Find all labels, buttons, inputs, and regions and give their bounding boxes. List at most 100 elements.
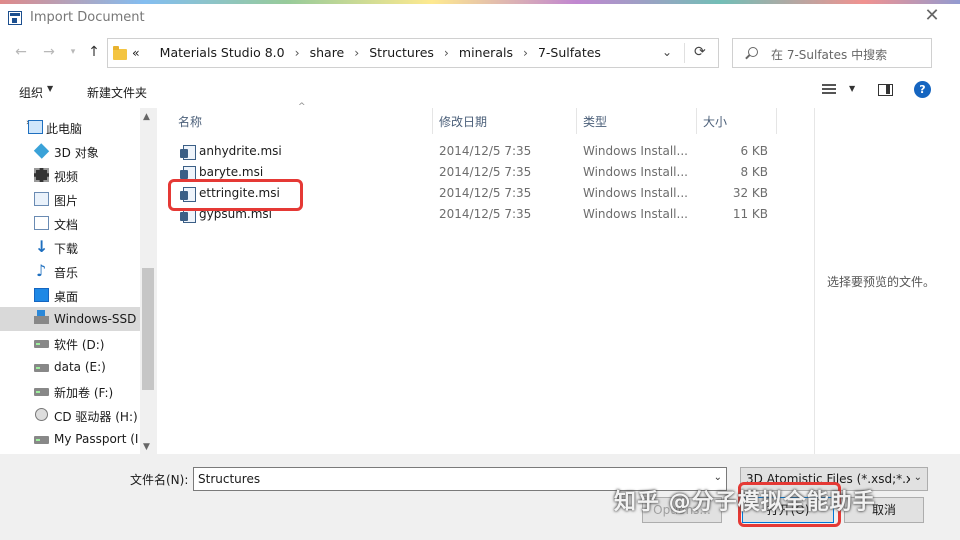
back-arrow-icon[interactable]: ← xyxy=(12,43,30,61)
file-name: baryte.msi xyxy=(199,165,264,179)
download-icon xyxy=(34,237,49,256)
breadcrumb-item[interactable]: Materials Studio 8.0 xyxy=(160,45,285,60)
annotation-highlight-file xyxy=(168,179,303,211)
window-title: Import Document xyxy=(30,10,145,25)
cube-icon xyxy=(33,143,50,159)
column-divider[interactable] xyxy=(776,108,777,134)
sidebar-item-documents[interactable]: 文档 xyxy=(0,211,140,235)
file-date: 2014/12/5 7:35 xyxy=(439,186,532,200)
breadcrumb-separator-icon[interactable]: › xyxy=(354,45,359,60)
navigation-scrollbar[interactable]: ▲ ▼ xyxy=(140,108,157,454)
search-input[interactable]: 在 7-Sulfates 中搜索 xyxy=(732,38,932,68)
up-arrow-icon[interactable]: ↑ xyxy=(85,43,103,61)
breadcrumb-item[interactable]: Structures xyxy=(369,45,434,60)
sidebar-item-drive-d[interactable]: 软件 (D:) xyxy=(0,331,140,355)
filename-label: 文件名(N): xyxy=(130,473,189,487)
sidebar-item-videos[interactable]: 视频 xyxy=(0,163,140,187)
sidebar-item-drive-f[interactable]: 新加卷 (F:) xyxy=(0,379,140,403)
desktop-icon xyxy=(34,288,49,302)
sidebar-item-downloads[interactable]: 下载 xyxy=(0,235,140,259)
drive-icon xyxy=(34,388,49,396)
breadcrumb-separator-icon[interactable]: › xyxy=(444,45,449,60)
breadcrumb-separator-icon[interactable]: › xyxy=(295,45,300,60)
folder-icon xyxy=(113,46,127,60)
sidebar-item-label: 视频 xyxy=(54,170,79,184)
file-date: 2014/12/5 7:35 xyxy=(439,165,532,179)
table-row[interactable]: anhydrite.msi 2014/12/5 7:35 Windows Ins… xyxy=(166,141,806,162)
column-divider[interactable] xyxy=(576,108,577,134)
sidebar-item-drive-h[interactable]: CD 驱动器 (H:) xyxy=(0,403,140,427)
help-icon[interactable]: ? xyxy=(914,81,931,98)
video-icon xyxy=(34,168,49,182)
file-type: Windows Install... xyxy=(583,165,688,179)
scroll-up-icon[interactable]: ▲ xyxy=(143,112,150,122)
file-type-dropdown-icon[interactable]: ⌄ xyxy=(914,472,922,483)
recent-chevron-icon[interactable]: ▾ xyxy=(64,43,82,61)
column-header-type[interactable]: 类型 xyxy=(583,113,607,130)
close-icon[interactable]: ✕ xyxy=(922,5,942,26)
sidebar-item-3d-objects[interactable]: 3D 对象 xyxy=(0,139,140,163)
forward-arrow-icon[interactable]: → xyxy=(40,43,58,61)
scroll-thumb[interactable] xyxy=(142,268,154,390)
breadcrumb-item[interactable]: 7-Sulfates xyxy=(538,45,601,60)
sidebar-item-this-pc[interactable]: 此电脑 xyxy=(0,115,140,139)
view-dropdown-icon[interactable]: ▼ xyxy=(849,84,855,93)
sidebar-item-desktop[interactable]: 桌面 xyxy=(0,283,140,307)
scroll-down-icon[interactable]: ▼ xyxy=(143,442,150,452)
drive-icon xyxy=(34,340,49,348)
computer-icon xyxy=(28,120,43,134)
view-options-icon[interactable] xyxy=(822,83,840,97)
refresh-icon[interactable]: ⟳ xyxy=(694,44,706,60)
sidebar-item-drive-i[interactable]: My Passport (I xyxy=(0,427,140,451)
divider xyxy=(684,43,685,63)
breadcrumb-overflow[interactable]: « xyxy=(132,45,140,60)
sidebar-item-label: 图片 xyxy=(54,194,79,208)
sidebar-item-label: 3D 对象 xyxy=(54,146,99,160)
column-divider[interactable] xyxy=(432,108,433,134)
sidebar-item-label: CD 驱动器 (H:) xyxy=(54,410,138,424)
sidebar-item-label: 此电脑 xyxy=(46,122,83,136)
column-header-size[interactable]: 大小 xyxy=(703,113,727,130)
breadcrumb-item[interactable]: share xyxy=(310,45,345,60)
address-bar[interactable]: « Materials Studio 8.0 › share › Structure… xyxy=(107,38,719,68)
file-name: anhydrite.msi xyxy=(199,144,282,158)
navigation-pane: › 此电脑 3D 对象 视频 图片 文档 下载 音乐 桌面 Windows-SS… xyxy=(0,108,158,454)
msi-file-icon xyxy=(180,143,197,160)
sidebar-item-label: 软件 (D:) xyxy=(54,338,105,352)
column-header-name[interactable]: 名称 xyxy=(178,113,202,130)
sort-caret-icon: ^ xyxy=(298,102,306,112)
cd-drive-icon xyxy=(35,408,48,421)
breadcrumb-item[interactable]: minerals xyxy=(459,45,513,60)
picture-icon xyxy=(34,192,49,206)
preview-pane-icon[interactable] xyxy=(878,84,893,96)
sidebar-item-label: 文档 xyxy=(54,218,79,232)
music-icon xyxy=(34,261,49,280)
sidebar-item-windows-ssd[interactable]: Windows-SSD xyxy=(0,307,140,331)
file-date: 2014/12/5 7:35 xyxy=(439,207,532,221)
search-placeholder: 在 7-Sulfates 中搜索 xyxy=(771,48,888,62)
organize-dropdown-icon[interactable]: ▼ xyxy=(47,84,53,93)
sidebar-item-music[interactable]: 音乐 xyxy=(0,259,140,283)
filename-value: Structures xyxy=(198,472,261,486)
preview-message: 选择要预览的文件。 xyxy=(827,275,936,289)
sidebar-item-drive-e[interactable]: data (E:) xyxy=(0,355,140,379)
new-folder-button[interactable]: 新建文件夹 xyxy=(87,84,147,101)
column-divider[interactable] xyxy=(696,108,697,134)
windows-drive-icon xyxy=(34,310,49,324)
organize-button[interactable]: 组织 xyxy=(19,84,43,101)
file-size: 11 KB xyxy=(732,207,768,221)
file-size: 8 KB xyxy=(740,165,768,179)
column-header-date[interactable]: 修改日期 xyxy=(439,113,487,130)
file-type: Windows Install... xyxy=(583,144,688,158)
sidebar-item-pictures[interactable]: 图片 xyxy=(0,187,140,211)
filename-dropdown-icon[interactable]: ⌄ xyxy=(714,472,722,483)
app-icon xyxy=(8,11,22,25)
address-dropdown-icon[interactable]: ⌄ xyxy=(662,45,672,59)
search-icon xyxy=(745,47,758,59)
breadcrumb-separator-icon[interactable]: › xyxy=(523,45,528,60)
command-toolbar: 组织 ▼ 新建文件夹 ▼ ? xyxy=(0,74,960,108)
sidebar-item-label: 桌面 xyxy=(54,290,79,304)
sidebar-item-label: 音乐 xyxy=(54,266,79,280)
drive-icon xyxy=(34,364,49,372)
breadcrumb: « Materials Studio 8.0 › share › Structure… xyxy=(132,45,601,60)
